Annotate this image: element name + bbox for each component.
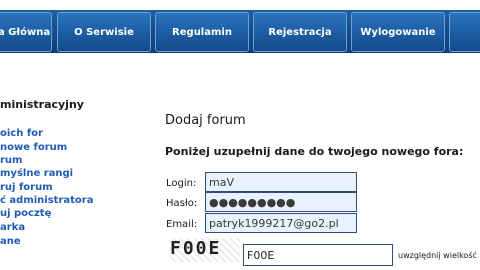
captcha-input[interactable] (243, 244, 393, 266)
sidebar-link-arka[interactable]: arka (0, 222, 25, 233)
password-label: Hasło: (166, 198, 198, 209)
nav-home-button[interactable]: a Główna (0, 12, 52, 52)
nav-logout-button[interactable]: Wylogowanie (351, 12, 445, 52)
email-label: Email: (166, 219, 198, 230)
email-input[interactable] (205, 213, 357, 233)
login-label: Login: (166, 178, 197, 189)
top-navigation: a Główna O Serwisie Regulamin Rejestracj… (0, 0, 480, 60)
sidebar-link-forum[interactable]: rum (0, 155, 22, 166)
sidebar-link-send-mail[interactable]: uj pocztę (0, 208, 51, 219)
nav-rules-button[interactable]: Regulamin (155, 12, 249, 52)
sidebar-link-my-forums[interactable]: oich for (0, 128, 43, 139)
password-input[interactable] (205, 192, 357, 212)
sidebar-link-new-forum[interactable]: nowe forum (0, 142, 67, 153)
nav-extra-button[interactable] (449, 12, 480, 52)
sidebar-link-ane[interactable]: ane (0, 236, 21, 247)
sidebar-link-admin[interactable]: ć administratora (0, 195, 93, 206)
case-sensitive-note: uwzględnij wielkość (398, 251, 477, 260)
login-input[interactable] (205, 172, 357, 192)
nav-about-button[interactable]: O Serwisie (57, 12, 151, 52)
page-title: Dodaj forum (165, 113, 246, 128)
form-intro-text: Poniżej uzupełnij dane do twojego nowego… (165, 145, 464, 158)
captcha-image: F00E (170, 238, 240, 262)
sidebar-link-configure-forum[interactable]: ruj forum (0, 182, 53, 193)
sidebar-title: ministracyjny (0, 98, 84, 111)
sidebar-link-default-ranks[interactable]: myślne rangi (0, 168, 73, 179)
nav-register-button[interactable]: Rejestracja (253, 12, 347, 52)
